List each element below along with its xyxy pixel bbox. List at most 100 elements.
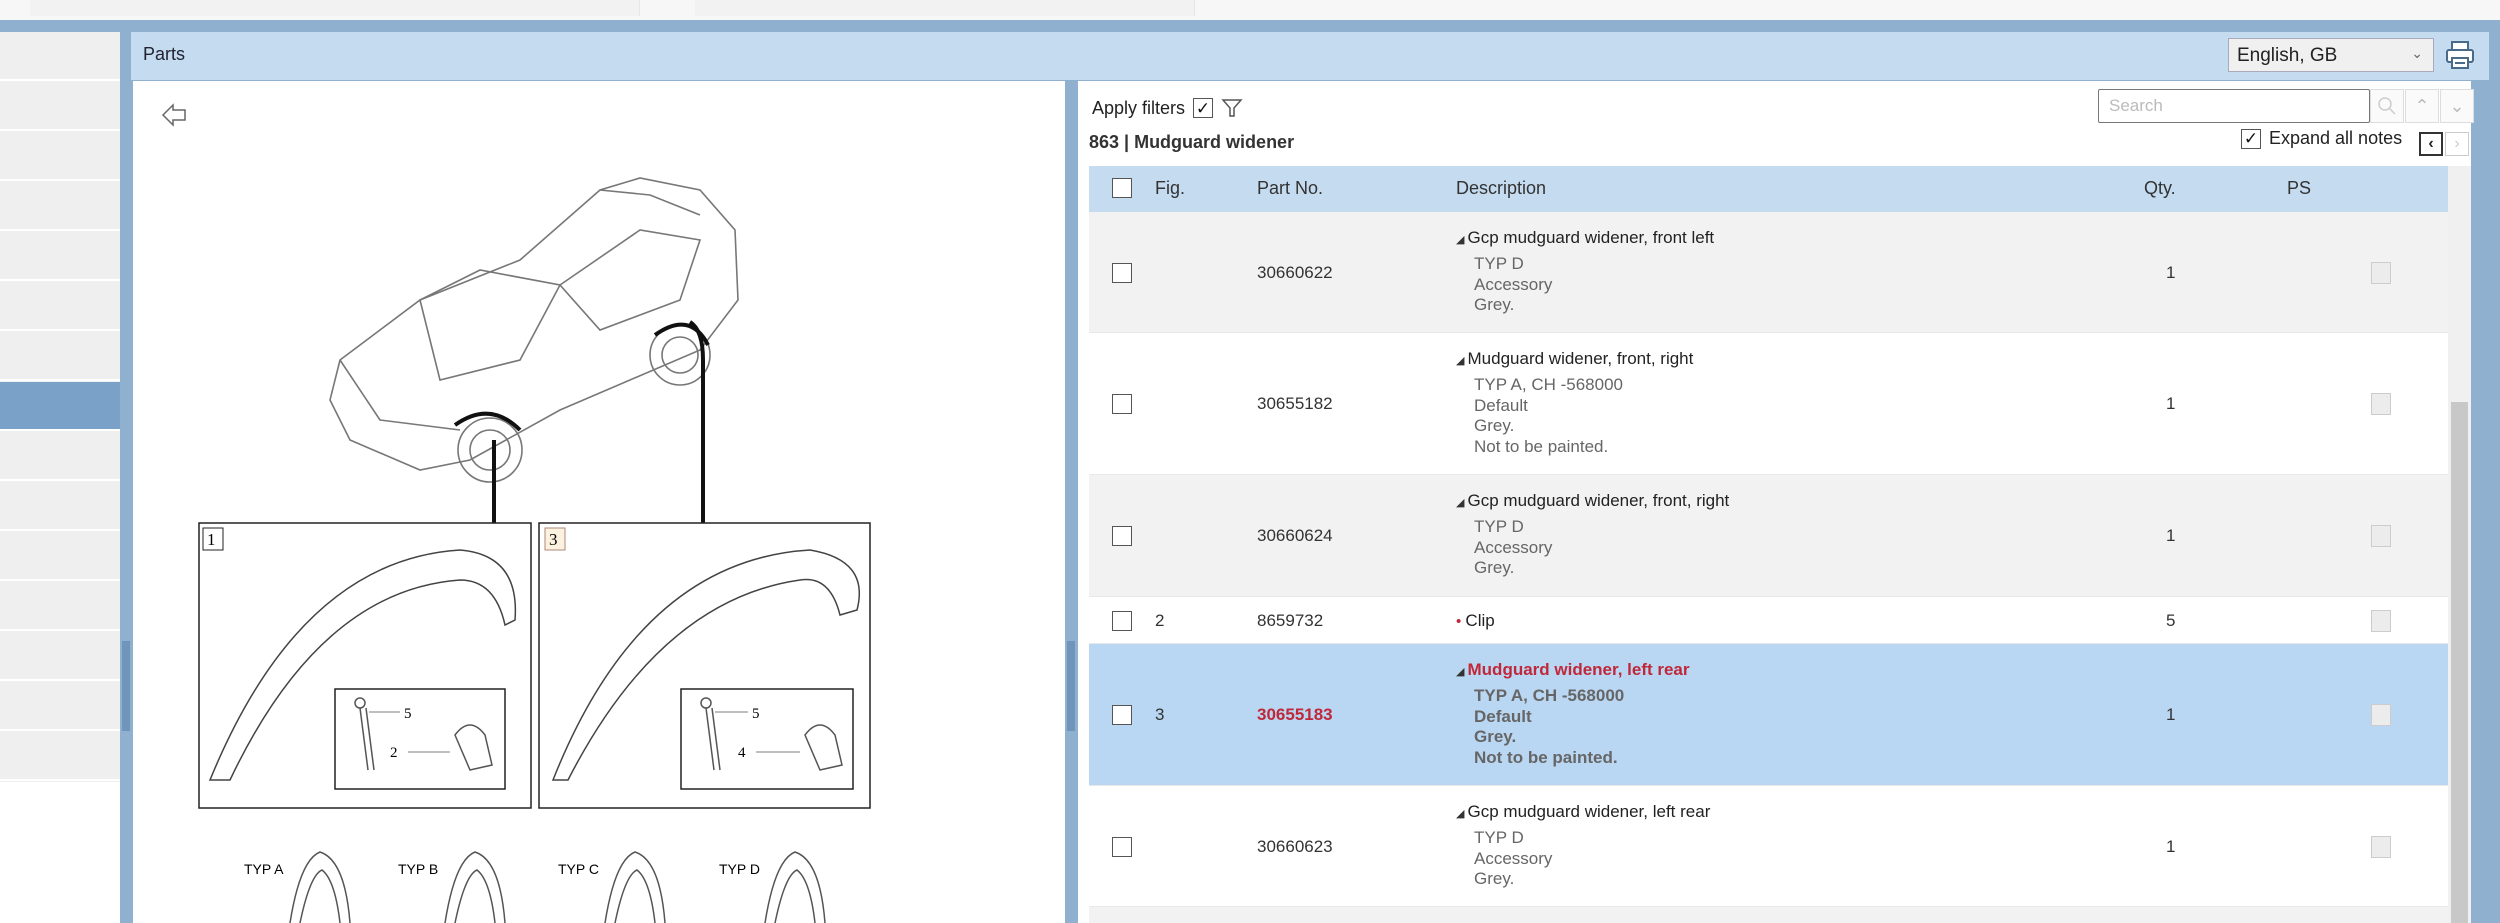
sidebar-item[interactable] bbox=[0, 232, 120, 281]
description-note: Grey. bbox=[1474, 558, 1515, 577]
sidebar bbox=[0, 32, 120, 782]
ps-note-icon[interactable] bbox=[2371, 393, 2391, 415]
apply-filters-checkbox[interactable]: ✓ bbox=[1193, 98, 1214, 118]
chevron-left-icon: ‹ bbox=[2428, 135, 2434, 152]
part-number[interactable]: 30660624 bbox=[1257, 526, 1333, 546]
description: ◢ Gcp mudguard widener, front left TYP DA… bbox=[1456, 228, 1714, 316]
expand-triangle-icon[interactable]: ◢ bbox=[1456, 234, 1468, 246]
callout-number: 3 bbox=[549, 530, 558, 549]
column-description[interactable]: Description bbox=[1456, 178, 1546, 199]
sidebar-item[interactable] bbox=[0, 682, 120, 731]
row-checkbox[interactable] bbox=[1112, 262, 1132, 283]
part-number[interactable]: 30655182 bbox=[1257, 394, 1333, 414]
column-qty[interactable]: Qty. bbox=[2144, 178, 2176, 199]
description-title: Gcp mudguard widener, front, right bbox=[1467, 491, 1730, 510]
table-row[interactable]: 3 30655183 ◢ Mudguard widener, left rear TY… bbox=[1089, 644, 2448, 786]
sidebar-item[interactable] bbox=[0, 332, 120, 381]
sidebar-item[interactable] bbox=[0, 582, 120, 631]
sidebar-item[interactable] bbox=[0, 482, 120, 531]
part-number[interactable]: 30655183 bbox=[1257, 705, 1333, 725]
ps-note-icon[interactable] bbox=[2371, 525, 2391, 547]
expand-triangle-icon[interactable]: ◢ bbox=[1456, 808, 1468, 820]
sidebar-item[interactable] bbox=[0, 382, 120, 431]
type-label: TYP A bbox=[244, 861, 284, 877]
item-label: 5 bbox=[752, 706, 760, 722]
table-row[interactable]: 30660623 ◢ Gcp mudguard widener, left rea… bbox=[1089, 786, 2448, 907]
sidebar-item[interactable] bbox=[0, 282, 120, 331]
part-number[interactable]: 8659732 bbox=[1257, 611, 1323, 631]
table-row[interactable] bbox=[1089, 907, 2448, 923]
description-note: Grey. bbox=[1474, 869, 1515, 888]
scrollbar-thumb[interactable] bbox=[2451, 402, 2468, 923]
sidebar-item[interactable] bbox=[0, 32, 120, 81]
bullet-icon: • bbox=[1456, 612, 1466, 630]
panel-header bbox=[131, 32, 2489, 80]
column-fig[interactable]: Fig. bbox=[1155, 178, 1185, 199]
table-row[interactable]: 30655182 ◢ Mudguard widener, front, right… bbox=[1089, 333, 2448, 475]
chevron-up-icon: ⌃ bbox=[2414, 95, 2430, 116]
quantity: 1 bbox=[2166, 262, 2176, 282]
table-row[interactable]: 2 8659732 • Clip 5 bbox=[1089, 597, 2448, 644]
fig-number: 3 bbox=[1155, 705, 1165, 724]
panel-title: Parts bbox=[143, 44, 186, 64]
part-number[interactable]: 30660622 bbox=[1257, 263, 1333, 283]
sidebar-item[interactable] bbox=[0, 82, 120, 131]
description: ◢ Gcp mudguard widener, left rear TYP D Ac… bbox=[1456, 802, 1710, 890]
middle-splitter[interactable] bbox=[1065, 81, 1078, 923]
apply-filters[interactable]: Apply filters ✓ bbox=[1092, 97, 1243, 119]
group-title: 863 | Mudguard widener bbox=[1089, 132, 1295, 152]
print-icon[interactable] bbox=[2444, 38, 2476, 72]
row-checkbox[interactable] bbox=[1112, 610, 1132, 631]
description-title: Gcp mudguard widener, front left bbox=[1467, 228, 1715, 247]
search-input[interactable]: Search bbox=[2098, 89, 2370, 123]
scrollbar[interactable] bbox=[2448, 166, 2471, 923]
top-bar-segment bbox=[695, 0, 1195, 16]
quantity: 1 bbox=[2166, 394, 2176, 413]
splitter-handle[interactable] bbox=[122, 641, 130, 731]
prev-note-button[interactable]: ‹ bbox=[2419, 132, 2443, 156]
description-note: Grey. bbox=[1474, 416, 1515, 435]
table-row[interactable]: 30660624 ◢ Gcp mudguard widener, front, r… bbox=[1089, 475, 2448, 597]
description-note: Not to be painted. bbox=[1474, 436, 1609, 456]
expand-triangle-icon[interactable]: ◢ bbox=[1456, 355, 1468, 367]
sidebar-item[interactable] bbox=[0, 132, 120, 181]
description: ◢ Mudguard widener, left rear TYP A, CH -… bbox=[1456, 660, 1690, 768]
description-title: Clip bbox=[1465, 610, 1495, 630]
column-ps[interactable]: PS bbox=[2287, 178, 2311, 199]
description: • Clip bbox=[1456, 611, 1495, 631]
expand-triangle-icon[interactable]: ◢ bbox=[1456, 666, 1468, 678]
filter-icon[interactable] bbox=[1221, 97, 1243, 119]
callout-number: 1 bbox=[207, 530, 216, 549]
search-next-button[interactable]: ⌄ bbox=[2440, 89, 2474, 123]
sidebar-item[interactable] bbox=[0, 732, 120, 781]
expand-triangle-icon[interactable]: ◢ bbox=[1456, 497, 1468, 509]
frame-top-border bbox=[0, 20, 2500, 32]
row-checkbox[interactable] bbox=[1112, 705, 1132, 725]
ps-note-icon[interactable] bbox=[2371, 704, 2391, 726]
expand-all-notes-checkbox[interactable]: ✓ bbox=[2241, 128, 2261, 149]
description-note: Not to be painted. bbox=[1474, 747, 1618, 767]
search-prev-button[interactable]: ⌃ bbox=[2405, 89, 2439, 123]
next-note-button[interactable]: › bbox=[2445, 132, 2469, 156]
sidebar-item[interactable] bbox=[0, 182, 120, 231]
sidebar-item[interactable] bbox=[0, 632, 120, 681]
table-row[interactable]: 30660622 ◢ Gcp mudguard widener, front le… bbox=[1089, 212, 2448, 333]
row-checkbox[interactable] bbox=[1112, 836, 1132, 857]
sidebar-item[interactable] bbox=[0, 432, 120, 481]
ps-note-icon[interactable] bbox=[2371, 609, 2391, 632]
row-checkbox[interactable] bbox=[1112, 526, 1132, 546]
sidebar-item[interactable] bbox=[0, 532, 120, 581]
description-note: Accessory bbox=[1474, 274, 1553, 294]
parts-diagram[interactable]: 1 3 5 2 5 4 TYP A TYP B TYP C TYP D bbox=[131, 81, 1065, 923]
search-button[interactable] bbox=[2370, 89, 2404, 123]
column-part-no[interactable]: Part No. bbox=[1257, 178, 1323, 199]
description-title: Gcp mudguard widener, left rear bbox=[1467, 802, 1711, 821]
language-select[interactable]: English, GB ⌄ bbox=[2228, 38, 2434, 72]
row-checkbox[interactable] bbox=[1112, 394, 1132, 414]
expand-all-notes[interactable]: ✓ Expand all notes bbox=[2241, 128, 2402, 149]
part-number[interactable]: 30660623 bbox=[1257, 837, 1333, 857]
splitter-handle[interactable] bbox=[1067, 641, 1075, 731]
ps-note-icon[interactable] bbox=[2371, 261, 2391, 284]
select-all-checkbox[interactable] bbox=[1112, 178, 1132, 198]
ps-note-icon[interactable] bbox=[2371, 835, 2391, 858]
